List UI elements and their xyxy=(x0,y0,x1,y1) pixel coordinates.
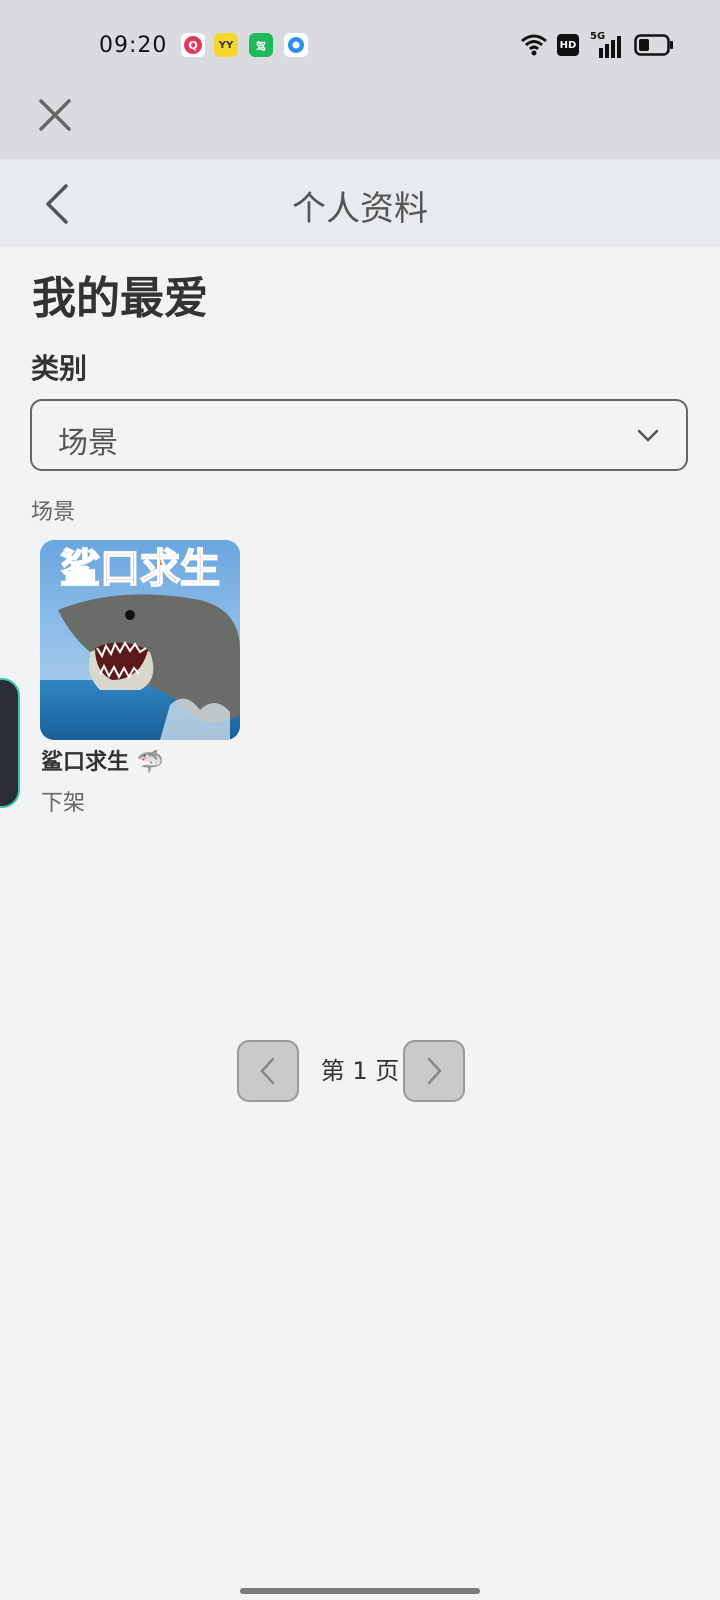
home-indicator[interactable] xyxy=(240,1588,480,1594)
page-title: 个人资料 xyxy=(292,189,428,229)
webview-top-bar xyxy=(0,90,720,159)
status-time: 09:20 xyxy=(99,33,168,58)
wifi-icon xyxy=(521,34,547,56)
app-notification-icon-4 xyxy=(284,33,308,57)
page-indicator: 第 1 页 xyxy=(320,1057,400,1085)
chevron-down-icon xyxy=(637,429,659,442)
thumbnail-title: 鲨口求生 xyxy=(60,546,220,592)
game-status: 下架 xyxy=(41,791,86,816)
app-notification-icon-3: 驾 xyxy=(249,33,273,57)
app-notification-icon-1: Q xyxy=(181,33,205,57)
battery-icon xyxy=(634,34,673,56)
category-select-value: 场景 xyxy=(58,426,118,461)
svg-text:Q: Q xyxy=(188,39,197,52)
app-notification-icon-2: YY xyxy=(214,33,238,57)
close-icon[interactable] xyxy=(37,97,73,133)
category-select[interactable]: 场景 xyxy=(30,399,688,471)
favorites-heading: 我的最爱 xyxy=(32,273,208,324)
game-thumbnail[interactable]: 鲨口求生 xyxy=(40,540,240,740)
hd-icon: HD xyxy=(557,34,579,56)
chevron-right-icon xyxy=(427,1057,442,1085)
signal-strength-icon xyxy=(599,36,621,58)
section-label: 场景 xyxy=(31,500,76,525)
category-label: 类别 xyxy=(31,352,88,385)
next-page-button[interactable] xyxy=(403,1040,465,1102)
floating-side-tab[interactable] xyxy=(0,678,20,808)
game-title[interactable]: 鲨口求生 🦈 xyxy=(41,744,164,776)
